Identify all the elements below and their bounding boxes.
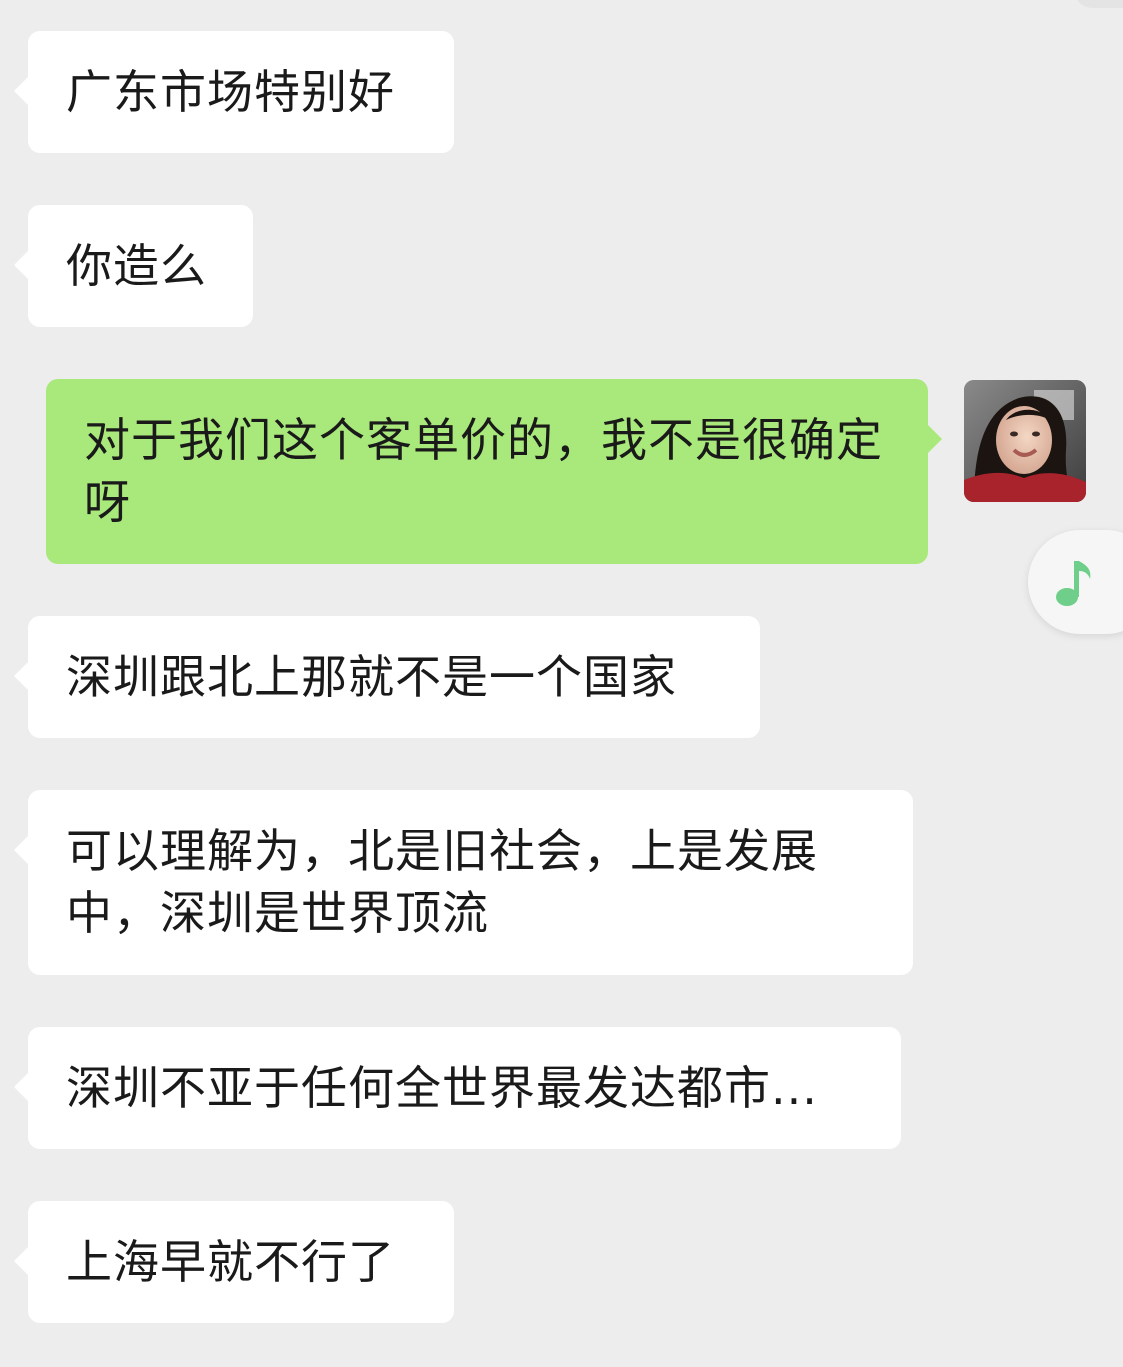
- floating-music-button[interactable]: [1028, 530, 1123, 634]
- avatar-photo-icon: [964, 380, 1086, 502]
- message-text: 广东市场特别好: [66, 65, 395, 119]
- message-bubble-incoming[interactable]: 广东市场特别好: [14, 31, 454, 153]
- message-text: 对于我们这个客单价的，我不是很确定呀: [84, 413, 883, 529]
- message-text: 深圳跟北上那就不是一个国家: [66, 650, 677, 704]
- message-bubble-incoming[interactable]: 你造么: [14, 205, 253, 327]
- message-text: 可以理解为，北是旧社会，上是发展中，深圳是世界顶流: [66, 824, 818, 940]
- message-bubble-incoming[interactable]: 深圳不亚于任何全世界最发达都市...: [14, 1027, 901, 1149]
- message-bubble-outgoing[interactable]: 对于我们这个客单价的，我不是很确定呀: [46, 379, 942, 564]
- music-note-icon: [1056, 561, 1091, 606]
- message-bubble-incoming[interactable]: 深圳跟北上那就不是一个国家: [14, 616, 760, 738]
- sender-avatar[interactable]: [964, 380, 1086, 502]
- message-text: 深圳不亚于任何全世界最发达都市...: [66, 1061, 818, 1115]
- message-text: 你造么: [66, 239, 207, 293]
- message-bubble-incoming[interactable]: 可以理解为，北是旧社会，上是发展中，深圳是世界顶流: [14, 790, 913, 975]
- message-text: 上海早就不行了: [66, 1235, 395, 1289]
- message-bubble-incoming[interactable]: 上海早就不行了: [14, 1201, 454, 1323]
- top-corner-element: [1073, 0, 1123, 8]
